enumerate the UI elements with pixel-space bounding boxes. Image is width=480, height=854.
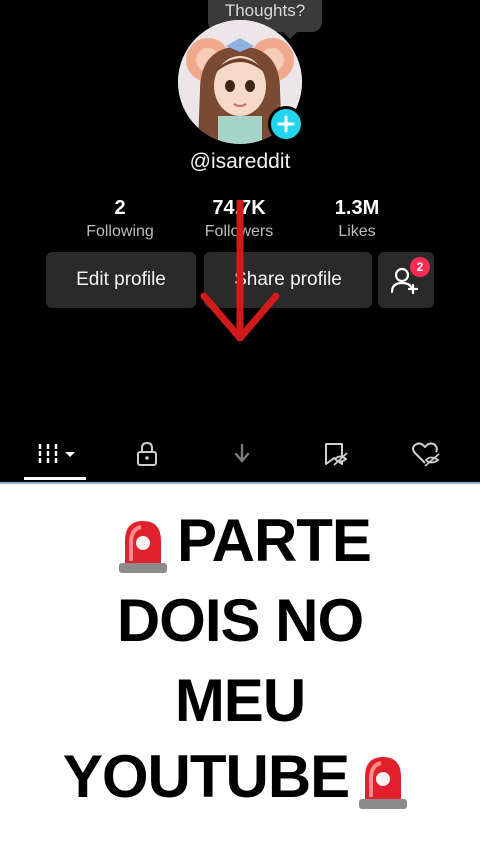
edit-profile-button[interactable]: Edit profile <box>46 252 196 308</box>
tab-reposts[interactable] <box>218 438 266 470</box>
stat-following[interactable]: 2 Following <box>60 196 180 241</box>
plus-icon <box>277 115 295 133</box>
profile-tabs <box>0 430 480 480</box>
lock-icon <box>137 441 157 466</box>
following-count: 2 <box>114 197 126 219</box>
bookmark-hidden-icon <box>325 443 348 466</box>
edit-profile-label: Edit profile <box>76 269 166 290</box>
tab-liked[interactable] <box>402 438 450 470</box>
banner-text-1: PARTE <box>177 507 372 574</box>
banner-line-1: PARTE <box>0 506 480 576</box>
caption-banner: PARTE DOIS NO MEU YOUTUBE <box>0 482 480 854</box>
username: @isareddit <box>189 150 291 173</box>
videos-grid-icon <box>38 444 75 464</box>
banner-line-4: YOUTUBE <box>0 742 480 812</box>
siren-icon <box>359 757 408 810</box>
red-arrow-overlay <box>200 200 280 342</box>
heart-hidden-icon <box>412 442 440 467</box>
banner-line-2: DOIS NO <box>116 587 364 654</box>
tab-private[interactable] <box>123 438 171 470</box>
repost-icon <box>234 443 250 463</box>
profile-section: Thoughts? @isareddit 2 Following 74.7K <box>0 0 480 482</box>
banner-line-3: MEU <box>174 667 306 734</box>
add-story-button[interactable] <box>268 106 304 142</box>
siren-icon <box>119 521 168 574</box>
likes-label: Likes <box>338 223 376 240</box>
banner-text-4: YOUTUBE <box>62 743 350 810</box>
active-tab-indicator <box>24 477 86 480</box>
thoughts-label: Thoughts? <box>224 1 306 20</box>
following-label: Following <box>86 223 154 240</box>
tab-videos[interactable] <box>30 438 78 470</box>
friend-request-badge: 2 <box>410 257 430 277</box>
likes-count: 1.3M <box>334 197 380 219</box>
stat-likes[interactable]: 1.3M Likes <box>297 196 417 241</box>
tab-favorites[interactable] <box>311 438 359 470</box>
